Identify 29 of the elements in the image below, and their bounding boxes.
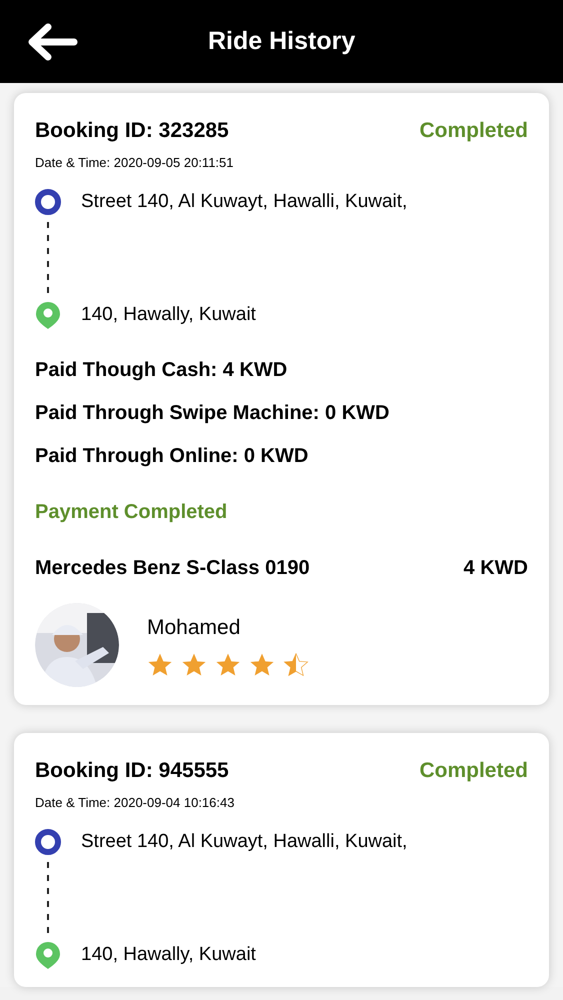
date-time: Date & Time: 2020-09-04 10:16:43 (35, 794, 236, 812)
star-icon (181, 652, 207, 678)
pickup-icon (35, 189, 61, 216)
date-time: Date & Time: 2020-09-05 20:11:51 (35, 154, 234, 172)
driver-name: Mohamed (147, 615, 242, 642)
pickup-address: Street 140, Al Kuwayt, Hawalli, Kuwait, (81, 830, 408, 854)
ride-status: Completed (419, 758, 528, 784)
booking-id: Booking ID: 323285 (35, 118, 229, 144)
star-icon (147, 652, 173, 678)
vehicle-name: Mercedes Benz S-Class 0190 (35, 556, 310, 581)
back-arrow-icon (26, 22, 78, 62)
star-icon (283, 652, 309, 678)
back-button[interactable] (26, 22, 78, 62)
dropoff-address: 140, Hawally, Kuwait (81, 942, 256, 966)
screen-title: Ride History (208, 26, 356, 57)
dropoff-address: 140, Hawally, Kuwait (81, 302, 256, 326)
payment-status: Payment Completed (35, 500, 228, 525)
location-pin-icon (35, 940, 61, 969)
booking-id: Booking ID: 945555 (35, 758, 229, 784)
fare: 4 KWD (464, 556, 528, 581)
ride-status: Completed (419, 118, 528, 144)
location-pin-icon (35, 300, 61, 329)
pickup-icon (35, 829, 61, 856)
payment-line: Paid Though Cash: 4 KWD (35, 358, 288, 383)
payment-line: Paid Through Online: 0 KWD (35, 444, 310, 469)
pickup-address: Street 140, Al Kuwayt, Hawalli, Kuwait, (81, 190, 408, 214)
star-icon (215, 652, 241, 678)
payment-line: Paid Through Swipe Machine: 0 KWD (35, 401, 390, 426)
star-icon (249, 652, 275, 678)
